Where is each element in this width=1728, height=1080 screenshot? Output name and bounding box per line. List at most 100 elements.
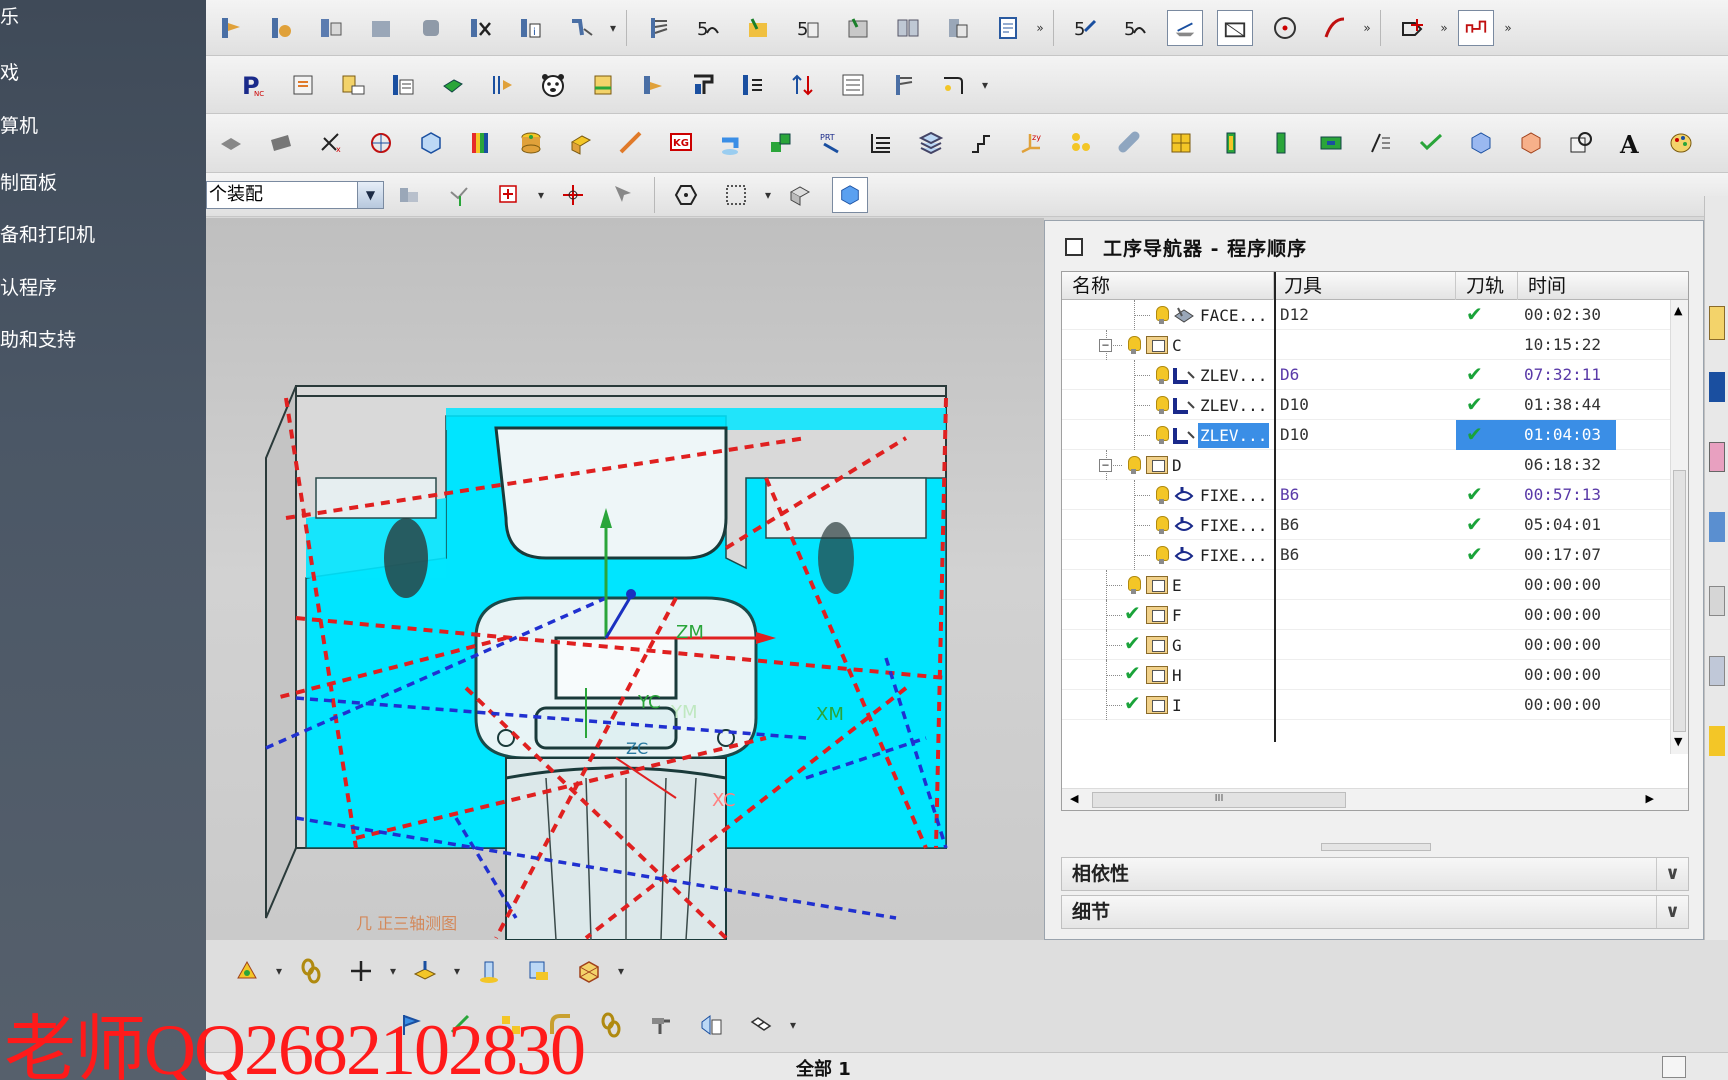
resource-tab-icon[interactable] xyxy=(1709,586,1725,616)
tube-icon[interactable] xyxy=(1113,125,1149,161)
marquee-dropdown-icon[interactable]: ▾ xyxy=(761,188,775,202)
name-cell[interactable]: ✔ F xyxy=(1062,600,1274,633)
toolbar-overflow-icon-4[interactable]: » xyxy=(1501,21,1515,35)
panel-pin-checkbox[interactable] xyxy=(1065,238,1083,256)
name-cell[interactable]: ZLEV... xyxy=(1062,360,1274,393)
scroll-left-icon[interactable]: ◀ xyxy=(1070,792,1078,805)
menu-item-default-programs[interactable]: 认程序 xyxy=(0,273,57,300)
program-group-row[interactable]: − C 10:15:22 xyxy=(1062,330,1672,360)
chevron-down-icon[interactable]: ▼ xyxy=(357,181,383,208)
generate-all-icon[interactable] xyxy=(885,67,921,103)
boss-icon[interactable] xyxy=(1263,125,1299,161)
text-icon[interactable]: A xyxy=(1613,125,1649,161)
3d-view-icon[interactable] xyxy=(832,176,868,213)
create-tool-icon[interactable] xyxy=(313,10,349,46)
column-header-path[interactable]: 刀轨 xyxy=(1456,272,1518,300)
faucet-icon[interactable] xyxy=(713,125,749,161)
chain-link-icon-2[interactable] xyxy=(593,1007,629,1043)
operation-row[interactable]: FIXE... B6 ✔ 00:17:07 xyxy=(1062,540,1672,570)
target-point-icon[interactable] xyxy=(1267,10,1303,46)
column-header-tool[interactable]: 刀具 xyxy=(1274,272,1456,300)
spray-icon[interactable] xyxy=(643,1007,679,1043)
operation-row[interactable]: ZLEV... D6 ✔ 07:32:11 xyxy=(1062,360,1672,390)
menu-item-help-support[interactable]: 助和支持 xyxy=(0,325,76,352)
shaded-view-icon[interactable] xyxy=(782,177,818,213)
point-set-icon[interactable]: x xyxy=(313,125,349,161)
sheet-body-icon[interactable] xyxy=(213,125,249,161)
operation-info-icon[interactable]: i xyxy=(513,10,549,46)
chevron-down-icon[interactable]: ∨ xyxy=(1656,896,1688,928)
postprocess-nc-icon[interactable]: P NC xyxy=(235,67,271,103)
wire-box-icon[interactable] xyxy=(571,953,607,989)
scroll-up-icon[interactable]: ▲ xyxy=(1674,304,1682,317)
name-cell[interactable]: − D xyxy=(1062,450,1274,483)
toolpath-edit-icon[interactable]: 5 xyxy=(1067,10,1103,46)
horizontal-scroll-thumb[interactable]: III xyxy=(1092,792,1346,808)
verify-toolpath-icon[interactable] xyxy=(740,10,776,46)
replay-toolpath-icon[interactable]: 5 xyxy=(690,10,726,46)
check-geometry-icon[interactable] xyxy=(1413,125,1449,161)
machine-tool-icon[interactable] xyxy=(1458,9,1494,46)
resource-tab-icon[interactable] xyxy=(1709,656,1725,686)
color-icon[interactable] xyxy=(463,125,499,161)
graphics-viewport[interactable]: YM ZM YC XM ZC XC 几 正三轴测图 xyxy=(206,218,1044,940)
assembly-body-icon[interactable] xyxy=(1513,125,1549,161)
solid-body-icon[interactable] xyxy=(1463,125,1499,161)
name-cell[interactable]: ZLEV... xyxy=(1062,390,1274,423)
operation-row[interactable]: ZLEV... D10 ✔ 01:38:44 xyxy=(1062,390,1672,420)
scroll-right-icon[interactable]: ▶ xyxy=(1646,792,1654,805)
machine-tool-view-icon[interactable] xyxy=(435,67,471,103)
generate-toolpath-icon[interactable] xyxy=(640,10,676,46)
surface-icon[interactable] xyxy=(263,125,299,161)
pad-icon[interactable] xyxy=(1313,125,1349,161)
select-dropdown-icon[interactable]: ▾ xyxy=(534,188,548,202)
toolbar-overflow-icon-2[interactable]: » xyxy=(1360,21,1374,35)
ipw-display-icon[interactable] xyxy=(1217,9,1253,46)
block-icon[interactable] xyxy=(413,125,449,161)
geometry-view-icon[interactable] xyxy=(485,67,521,103)
sort-order-icon[interactable] xyxy=(785,67,821,103)
prt-export-icon[interactable]: PRT xyxy=(813,125,849,161)
chain-link-icon[interactable] xyxy=(293,953,329,989)
dropdown-icon[interactable]: ▾ xyxy=(450,964,464,978)
name-cell[interactable]: ZLEV... xyxy=(1062,420,1274,453)
name-cell[interactable]: ✔ G xyxy=(1062,630,1274,663)
blank-display-icon[interactable] xyxy=(1167,9,1203,46)
section-view-icon[interactable] xyxy=(1563,125,1599,161)
name-cell[interactable]: ✔ H xyxy=(1062,660,1274,693)
name-cell[interactable]: FIXE... xyxy=(1062,480,1274,513)
resource-tab-icon[interactable] xyxy=(1709,372,1725,402)
menu-item-music[interactable]: 乐 xyxy=(0,2,19,29)
datum-plane-icon[interactable] xyxy=(407,953,443,989)
extrude-icon[interactable] xyxy=(563,125,599,161)
hexagon-select-icon[interactable] xyxy=(668,177,704,213)
horizontal-scrollbar[interactable]: ◀ III ▶ xyxy=(1062,788,1688,810)
dropdown-icon[interactable]: ▾ xyxy=(786,1018,800,1032)
step-icon[interactable] xyxy=(963,125,999,161)
layers-icon[interactable] xyxy=(913,125,949,161)
component-info-icon[interactable] xyxy=(693,1007,729,1043)
program-group-row[interactable]: E 00:00:00 xyxy=(1062,570,1672,600)
datum-cylinder-icon[interactable] xyxy=(471,953,507,989)
collapse-icon[interactable]: − xyxy=(1099,459,1112,472)
shop-docs-icon[interactable] xyxy=(890,10,926,46)
name-cell[interactable]: FIXE... xyxy=(1062,540,1274,573)
circle-point-icon[interactable] xyxy=(363,125,399,161)
menu-item-computer[interactable]: 算机 xyxy=(0,111,38,138)
chevron-down-icon[interactable]: ∨ xyxy=(1656,858,1688,890)
program-group-row[interactable]: ✔ F 00:00:00 xyxy=(1062,600,1672,630)
menu-item-control-panel[interactable]: 制面板 xyxy=(0,168,57,195)
scroll-down-icon[interactable]: ▼ xyxy=(1674,735,1682,748)
snap-point-icon[interactable] xyxy=(441,177,477,213)
toolbar-overflow-icon[interactable]: » xyxy=(1033,21,1047,35)
program-group-row[interactable]: ✔ H 00:00:00 xyxy=(1062,660,1672,690)
object-display-icon[interactable] xyxy=(685,67,721,103)
batch-process-icon[interactable] xyxy=(940,10,976,46)
operation-list-icon[interactable] xyxy=(835,67,871,103)
wcs-icon[interactable]: zy xyxy=(1013,125,1049,161)
bear-mascot-icon[interactable] xyxy=(535,67,571,103)
operation-row[interactable]: FIXE... B6 ✔ 05:04:01 xyxy=(1062,510,1672,540)
component-filter-icon[interactable] xyxy=(391,177,427,213)
toolpath-animate-icon[interactable]: 5 xyxy=(1117,10,1153,46)
dropdown-icon[interactable]: ▾ xyxy=(272,964,286,978)
